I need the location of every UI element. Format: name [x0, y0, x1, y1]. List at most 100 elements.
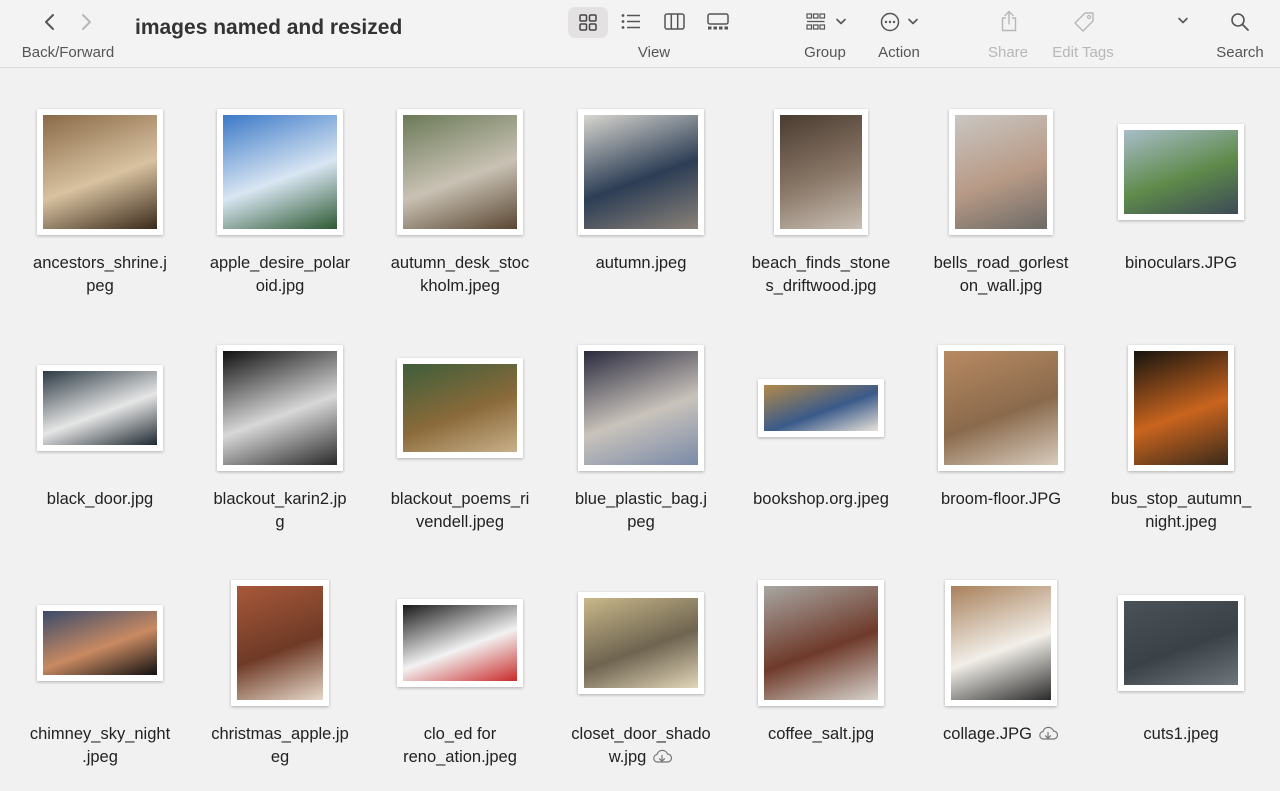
- view-label: View: [637, 44, 671, 61]
- file-item[interactable]: chimney_sky_night .jpeg: [10, 541, 190, 771]
- file-name[interactable]: chimney_sky_night .jpeg: [10, 723, 190, 768]
- file-thumbnail[interactable]: [945, 580, 1057, 706]
- file-item[interactable]: cuts1.jpeg: [1091, 541, 1271, 771]
- file-thumbnail[interactable]: [1118, 595, 1244, 691]
- file-name-line: s_driftwood.jpg: [765, 276, 877, 295]
- action-label: Action: [878, 44, 920, 61]
- file-name[interactable]: collage.JPG: [911, 723, 1091, 748]
- file-name[interactable]: autumn_desk_stoc kholm.jpeg: [370, 252, 550, 297]
- file-name[interactable]: blackout_karin2.jp g: [190, 488, 370, 533]
- file-thumbnail[interactable]: [37, 109, 163, 235]
- file-item[interactable]: broom-floor.JPG: [911, 306, 1091, 536]
- file-name-line: blackout_poems_ri: [390, 490, 530, 508]
- icloud-download-icon[interactable]: [651, 748, 673, 771]
- file-name[interactable]: blue_plastic_bag.j peg: [551, 488, 731, 533]
- file-name-line: black_door.jpg: [46, 490, 154, 508]
- view-icons-button[interactable]: [568, 7, 608, 38]
- file-item[interactable]: closet_door_shado w.jpg: [551, 541, 731, 771]
- file-item[interactable]: coffee_salt.jpg: [731, 541, 911, 771]
- file-item[interactable]: blue_plastic_bag.j peg: [551, 306, 731, 536]
- file-name[interactable]: bus_stop_autumn_ night.jpeg: [1091, 488, 1271, 533]
- chevron-down-icon[interactable]: [1176, 15, 1190, 27]
- file-name[interactable]: closet_door_shado w.jpg: [551, 723, 731, 770]
- thumbnail-image: [403, 364, 517, 452]
- forward-icon[interactable]: [77, 12, 95, 32]
- file-name[interactable]: ancestors_shrine.j peg: [10, 252, 190, 297]
- group-icon[interactable]: [806, 13, 848, 31]
- file-name[interactable]: bells_road_gorlest on_wall.jpg: [911, 252, 1091, 297]
- file-item[interactable]: collage.JPG: [911, 541, 1091, 771]
- file-name[interactable]: autumn.jpeg: [551, 252, 731, 275]
- file-thumbnail[interactable]: [949, 109, 1053, 235]
- column-view-icon[interactable]: [664, 13, 685, 30]
- file-item[interactable]: bells_road_gorlest on_wall.jpg: [911, 70, 1091, 300]
- file-item[interactable]: autumn_desk_stoc kholm.jpeg: [370, 70, 550, 300]
- file-item[interactable]: bus_stop_autumn_ night.jpeg: [1091, 306, 1271, 536]
- thumbnail-image: [223, 351, 337, 465]
- file-thumbnail[interactable]: [397, 358, 523, 458]
- group-label: Group: [804, 44, 846, 61]
- file-item[interactable]: binoculars.JPG: [1091, 70, 1271, 300]
- gallery-view-icon[interactable]: [707, 13, 729, 30]
- file-name-line: night.jpeg: [1145, 512, 1217, 531]
- file-name[interactable]: cuts1.jpeg: [1091, 723, 1271, 746]
- file-thumbnail[interactable]: [1128, 345, 1234, 471]
- file-thumbnail[interactable]: [578, 109, 704, 235]
- file-thumbnail[interactable]: [1118, 124, 1244, 220]
- thumbnail-image: [403, 605, 517, 681]
- file-thumbnail[interactable]: [217, 109, 343, 235]
- file-name[interactable]: bookshop.org.jpeg: [731, 488, 911, 511]
- thumbnail-image: [764, 385, 878, 431]
- file-name-line: g: [275, 512, 285, 531]
- file-thumbnail[interactable]: [231, 580, 329, 706]
- file-thumbnail[interactable]: [397, 109, 523, 235]
- file-thumbnail[interactable]: [938, 345, 1064, 471]
- file-thumbnail[interactable]: [397, 599, 523, 687]
- file-name[interactable]: beach_finds_stone s_driftwood.jpg: [731, 252, 911, 297]
- file-item[interactable]: ancestors_shrine.j peg: [10, 70, 190, 300]
- file-item[interactable]: black_door.jpg: [10, 306, 190, 536]
- file-name[interactable]: black_door.jpg: [10, 488, 190, 511]
- file-item[interactable]: clo_ed for reno_ation.jpeg: [370, 541, 550, 771]
- file-name[interactable]: binoculars.JPG: [1091, 252, 1271, 275]
- file-item[interactable]: blackout_karin2.jp g: [190, 306, 370, 536]
- file-thumbnail[interactable]: [758, 379, 884, 437]
- file-name[interactable]: blackout_poems_ri vendell.jpeg: [370, 488, 550, 533]
- file-thumbnail[interactable]: [774, 109, 868, 235]
- thumbnail-image: [43, 611, 157, 675]
- file-thumbnail[interactable]: [578, 345, 704, 471]
- thumbnail-image: [43, 115, 157, 229]
- search-icon[interactable]: [1230, 12, 1250, 32]
- file-name[interactable]: clo_ed for reno_ation.jpeg: [370, 723, 550, 768]
- file-name-line: peg: [86, 276, 114, 295]
- grid-view-icon: [579, 14, 597, 31]
- thumbnail-image: [584, 351, 698, 465]
- file-thumbnail[interactable]: [37, 365, 163, 451]
- back-icon[interactable]: [41, 12, 59, 32]
- edit-tags-label: Edit Tags: [1052, 44, 1114, 61]
- share-icon[interactable]: [1000, 10, 1018, 32]
- file-item[interactable]: bookshop.org.jpeg: [731, 306, 911, 536]
- file-item[interactable]: autumn.jpeg: [551, 70, 731, 300]
- tag-icon[interactable]: [1073, 11, 1095, 33]
- thumbnail-image: [403, 115, 517, 229]
- file-thumbnail[interactable]: [217, 345, 343, 471]
- back-forward-label: Back/Forward: [21, 44, 115, 61]
- file-name[interactable]: christmas_apple.jp eg: [190, 723, 370, 768]
- file-name-line: binoculars.JPG: [1125, 254, 1237, 272]
- file-name[interactable]: coffee_salt.jpg: [731, 723, 911, 746]
- file-item[interactable]: apple_desire_polar oid.jpg: [190, 70, 370, 300]
- file-thumbnail[interactable]: [578, 592, 704, 694]
- file-item[interactable]: christmas_apple.jp eg: [190, 541, 370, 771]
- action-icon[interactable]: [880, 12, 922, 32]
- file-thumbnail[interactable]: [37, 605, 163, 681]
- list-view-icon[interactable]: [621, 13, 641, 30]
- file-item[interactable]: beach_finds_stone s_driftwood.jpg: [731, 70, 911, 300]
- file-name-line: autumn.jpeg: [595, 254, 687, 272]
- file-name[interactable]: apple_desire_polar oid.jpg: [190, 252, 370, 297]
- file-item[interactable]: blackout_poems_ri vendell.jpeg: [370, 306, 550, 536]
- file-thumbnail[interactable]: [758, 580, 884, 706]
- icloud-download-icon[interactable]: [1037, 725, 1059, 748]
- file-name[interactable]: broom-floor.JPG: [911, 488, 1091, 511]
- file-name-line: autumn_desk_stoc: [390, 254, 530, 272]
